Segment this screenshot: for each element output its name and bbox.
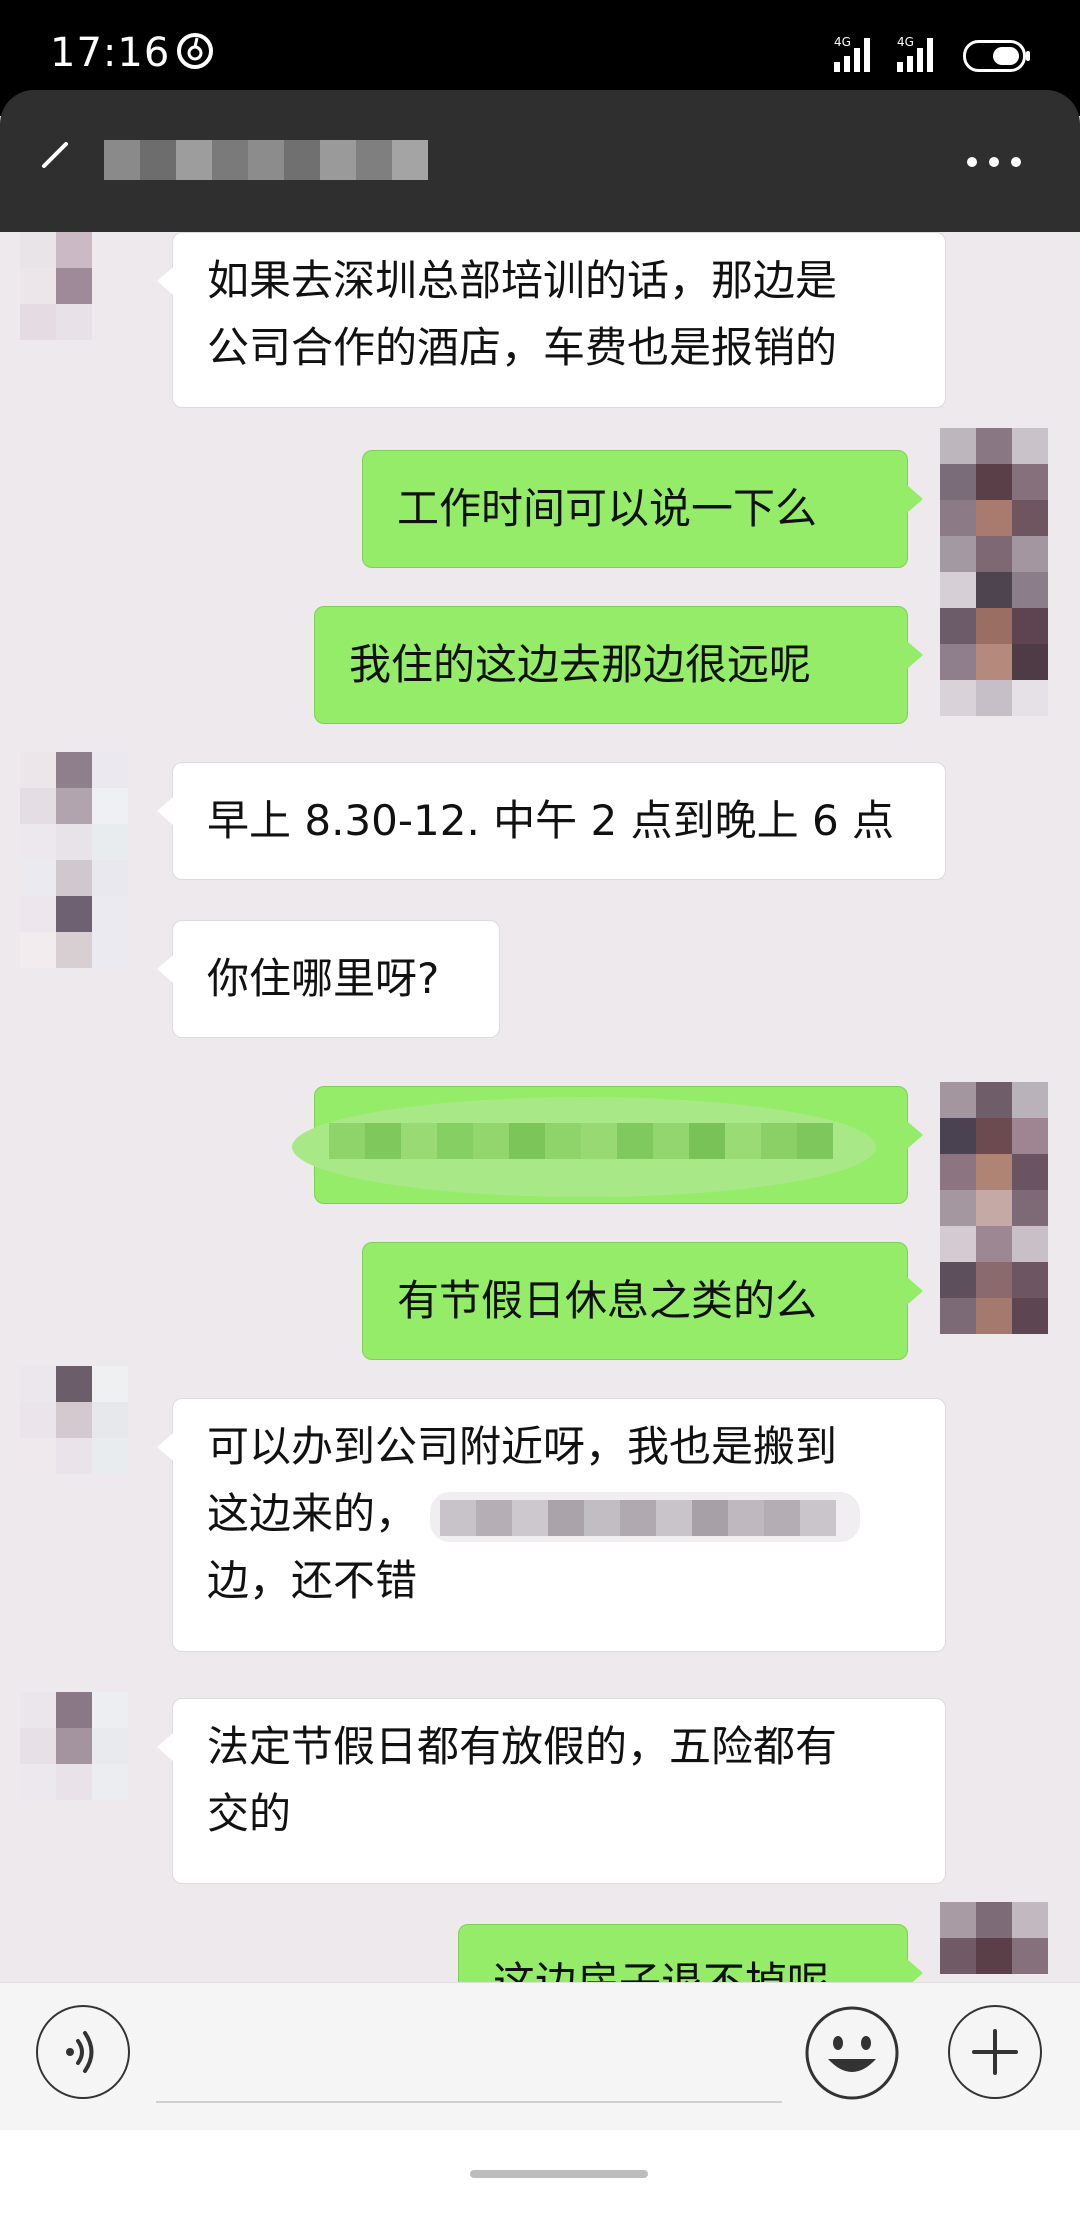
- contact-avatar[interactable]: [0, 232, 140, 342]
- message-text: 这边来的，: [207, 1489, 418, 1538]
- signal-2-label: 4G: [897, 35, 914, 49]
- input-bar: [0, 1982, 1080, 2131]
- message-bubble-incoming[interactable]: 可以办到公司附近呀，我也是搬到 这边来的， 边，还不错: [157, 1398, 946, 1652]
- message-bubble-outgoing[interactable]: 这边房子退不掉呢: [458, 1924, 923, 1982]
- battery-icon: [963, 40, 1030, 72]
- message-input[interactable]: [156, 2005, 782, 2103]
- contact-avatar[interactable]: [0, 1692, 140, 1822]
- message-text-partial: 这边来的，: [207, 1480, 911, 1547]
- message-text: 有节假日休息之类的么: [397, 1276, 818, 1325]
- contact-avatar[interactable]: [0, 1366, 140, 1496]
- redacted-text-blur: [430, 1491, 861, 1542]
- signal-icon: 4G: [897, 35, 933, 72]
- message-bubble-outgoing[interactable]: 我住的这边去那边很远呢: [314, 606, 923, 724]
- redacted-text-blur: [292, 1097, 876, 1197]
- contact-avatar[interactable]: [0, 752, 140, 992]
- my-avatar[interactable]: [920, 428, 1060, 744]
- navigation-bar: [0, 2130, 1080, 2220]
- my-avatar[interactable]: [920, 1082, 1060, 1352]
- message-bubble-outgoing[interactable]: 有节假日休息之类的么: [362, 1242, 923, 1360]
- message-text: 我住的这边去那边很远呢: [349, 640, 812, 689]
- netease-music-icon: [177, 33, 213, 69]
- signal-icon: 4G: [834, 35, 870, 72]
- voice-button[interactable]: [36, 2005, 130, 2099]
- message-bubble-incoming[interactable]: 早上 8.30-12. 中午 2 点到晚上 6 点: [157, 762, 946, 880]
- home-gesture-handle[interactable]: [470, 2170, 648, 2178]
- chat-header: [0, 90, 1080, 232]
- message-bubble-outgoing[interactable]: 工作时间可以说一下么: [362, 450, 923, 568]
- emoji-icon[interactable]: [804, 2005, 900, 2101]
- my-avatar[interactable]: [920, 1902, 1060, 1982]
- status-time: 17:16: [50, 30, 171, 76]
- contact-name-blurred: [104, 140, 428, 180]
- message-text: 早上 8.30-12. 中午 2 点到晚上 6 点: [207, 796, 895, 845]
- message-text: 工作时间可以说一下么: [397, 484, 818, 533]
- message-bubble-incoming[interactable]: 你住哪里呀?: [157, 920, 500, 1038]
- back-arrow-icon[interactable]: [36, 130, 80, 174]
- message-text: 交的: [207, 1789, 292, 1838]
- plus-button[interactable]: [948, 2005, 1042, 2099]
- voice-icon: [66, 2031, 94, 2073]
- message-bubble-incoming[interactable]: 如果去深圳总部培训的话，那边是 公司合作的酒店，车费也是报销的: [157, 232, 946, 408]
- message-text: 如果去深圳总部培训的话，那边是: [207, 256, 838, 305]
- message-bubble-outgoing[interactable]: [292, 1086, 923, 1204]
- signal-1-label: 4G: [834, 35, 851, 49]
- message-text: 公司合作的酒店，车费也是报销的: [207, 323, 838, 372]
- chat-message-list[interactable]: 如果去深圳总部培训的话，那边是 公司合作的酒店，车费也是报销的 工作时间可以说一…: [0, 232, 1080, 1982]
- message-bubble-incoming[interactable]: 法定节假日都有放假的，五险都有 交的: [157, 1698, 946, 1884]
- message-text: 法定节假日都有放假的，五险都有: [207, 1722, 838, 1771]
- message-text: 边，还不错: [207, 1556, 418, 1605]
- more-dots-icon[interactable]: [964, 154, 1024, 170]
- message-text: 可以办到公司附近呀，我也是搬到: [207, 1422, 838, 1471]
- message-text: 这边房子退不掉呢: [493, 1939, 873, 1982]
- plus-icon: [972, 2029, 1018, 2075]
- message-text: 你住哪里呀?: [207, 954, 440, 1003]
